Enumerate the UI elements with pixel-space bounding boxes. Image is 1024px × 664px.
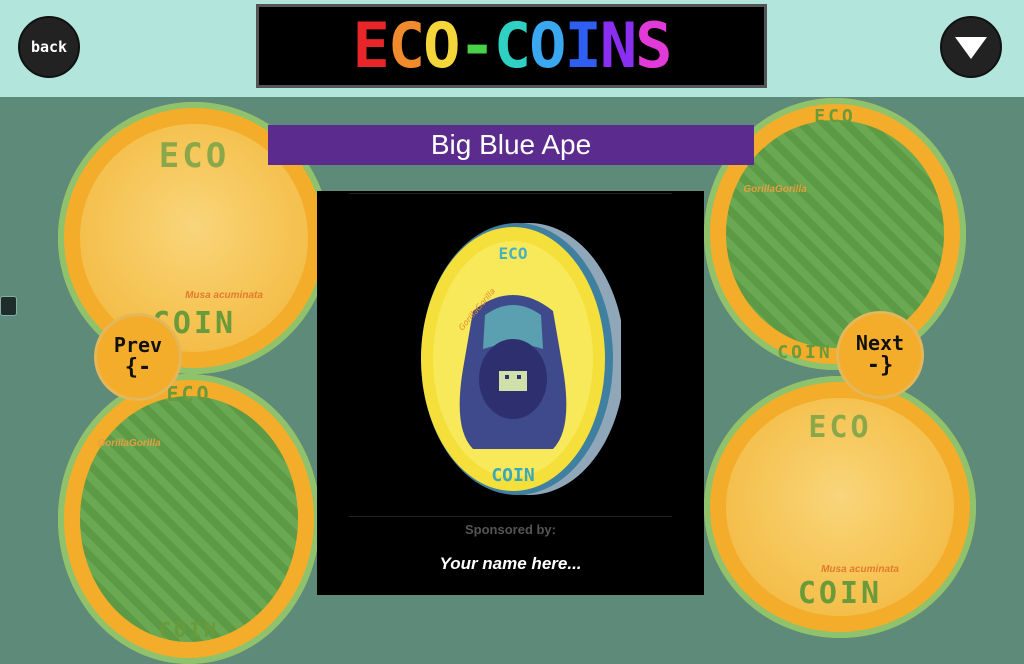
coin-tagline: Musa acuminata (821, 564, 899, 575)
coin-detail-panel: ECO COIN GorillaGorilla Sponsored by: Yo… (317, 191, 704, 595)
coin-title: Big Blue Ape (430, 129, 592, 160)
logo-letter: - (458, 9, 496, 82)
logo-letter: E (352, 9, 390, 82)
coin-tagline: GorillaGorilla (743, 184, 807, 195)
logo-letter: S (635, 9, 672, 82)
coin-thumbnail-gorilla-bottom-left[interactable]: ECO GorillaGorilla COIN (58, 374, 320, 664)
next-button[interactable]: Next -} (836, 311, 924, 399)
sponsor-name: Your name here... (439, 554, 582, 573)
back-button[interactable]: back (18, 16, 80, 78)
logo-letter: C (493, 9, 531, 82)
logo-letter: O (423, 9, 460, 82)
gorilla-coin-face (726, 120, 944, 348)
dropdown-menu-button[interactable] (940, 16, 1002, 78)
side-widget-icon[interactable] (0, 296, 17, 316)
next-label: Next (855, 331, 905, 355)
coin-word-eco: ECO (814, 106, 856, 127)
logo-text: ECO-COINS (352, 9, 673, 82)
divider (349, 193, 672, 194)
gorilla-coin-image: ECO COIN GorillaGorilla (421, 223, 621, 495)
logo-letter: N (599, 9, 637, 82)
prev-label: Prev (113, 333, 163, 357)
big-coin-word-eco: ECO (499, 244, 528, 263)
coin-word-eco: ECO (808, 410, 872, 445)
coin-title-banner: Big Blue Ape (268, 125, 754, 165)
divider (349, 516, 672, 517)
logo-letter: C (387, 9, 425, 82)
prev-arrow: {- (124, 355, 152, 380)
sponsored-by-label: Sponsored by: (464, 522, 556, 537)
prev-button[interactable]: Prev {- (94, 313, 182, 401)
coin-tagline: Musa acuminata (185, 290, 263, 301)
coin-tagline: GorillaGorilla (97, 438, 161, 449)
eco-coins-logo: ECO-COINS (256, 4, 767, 88)
gorilla-coin-face (80, 396, 298, 642)
next-arrow: -} (866, 353, 894, 378)
coin-thumbnail-banana-bottom-right[interactable]: ECO Musa acuminata COIN (704, 376, 976, 638)
chevron-down-icon (955, 37, 987, 59)
coin-word-eco: ECO (166, 382, 212, 406)
coin-word-coin: COIN (777, 342, 833, 363)
big-coin-word-coin: COIN (491, 465, 534, 486)
logo-letter: O (529, 9, 566, 82)
coin-word-coin: COIN (158, 618, 220, 642)
coin-word-coin: COIN (797, 576, 883, 611)
logo-letter: I (564, 9, 601, 82)
